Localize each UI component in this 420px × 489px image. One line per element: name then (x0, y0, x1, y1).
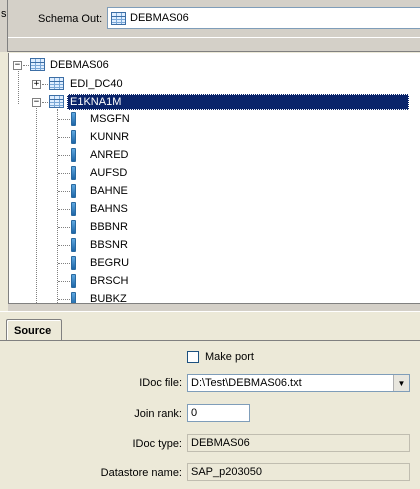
field-label: BAHNE (90, 185, 128, 197)
tree-connector (18, 69, 19, 104)
table-icon (49, 95, 64, 108)
field-icon (71, 274, 76, 288)
tree-connector (58, 119, 70, 120)
tree-connector (58, 209, 70, 210)
field-icon (71, 148, 76, 162)
field-label: ANRED (90, 149, 129, 161)
splitter-bar[interactable] (8, 303, 420, 311)
schema-out-value: DEBMAS06 (130, 12, 189, 24)
field-icon (71, 202, 76, 216)
datastore-name-field: SAP_p203050 (187, 463, 410, 481)
tree-connector (58, 173, 70, 174)
datastore-name-value: SAP_p203050 (191, 466, 262, 478)
tree-connector (23, 65, 29, 66)
tree-item-label: DEBMAS06 (50, 59, 109, 71)
idoc-file-label: IDoc file: (139, 377, 182, 389)
collapse-icon[interactable]: − (13, 61, 22, 70)
idoc-type-field: DEBMAS06 (187, 434, 410, 452)
tree-connector (58, 299, 70, 300)
tree-connector (42, 84, 48, 85)
make-port-checkbox[interactable] (187, 351, 199, 363)
field-icon (71, 220, 76, 234)
tab-strip: Source (0, 311, 420, 343)
field-label: BBSNR (90, 239, 128, 251)
make-port-row[interactable]: Make port (187, 351, 254, 363)
tree-connector (57, 109, 58, 303)
field-icon (71, 112, 76, 126)
join-rank-value: 0 (191, 407, 198, 419)
collapse-icon[interactable]: − (32, 98, 41, 107)
tree-connector (58, 191, 70, 192)
table-icon (111, 11, 126, 25)
tree-connector (58, 245, 70, 246)
field-icon (71, 292, 76, 303)
schema-out-label: Schema Out: (38, 13, 103, 25)
tree-connector (42, 102, 48, 103)
field-label: BBBNR (90, 221, 128, 233)
tree-connector (58, 137, 70, 138)
field-label: KUNNR (90, 131, 130, 143)
table-icon (49, 77, 64, 90)
idoc-file-select[interactable]: D:\Test\DEBMAS06.txt ▼ (187, 374, 410, 392)
expand-icon[interactable]: + (32, 80, 41, 89)
field-label: BEGRU (90, 257, 130, 269)
field-icon (71, 256, 76, 270)
field-icon (71, 166, 76, 180)
field-icon (71, 130, 76, 144)
tree-connector (58, 155, 70, 156)
schema-tree[interactable]: − DEBMAS06 + EDI_DC40 − E1KNA1M MSGFN KU… (8, 53, 420, 303)
table-icon (30, 58, 45, 71)
join-rank-input[interactable]: 0 (187, 404, 250, 422)
field-label: BRSCH (90, 275, 129, 287)
field-label: AUFSD (90, 167, 128, 179)
tree-header-strip (8, 37, 420, 52)
tree-connector (36, 103, 37, 303)
join-rank-label: Join rank: (134, 408, 182, 420)
idoc-type-label: IDoc type: (132, 438, 182, 450)
idoc-file-value: D:\Test\DEBMAS06.txt (191, 377, 302, 389)
field-label: MSGFN (90, 113, 130, 125)
chevron-down-icon[interactable]: ▼ (393, 375, 409, 391)
schema-out-panel: s Schema Out: DEBMAS06 (0, 0, 420, 52)
field-label: BAHNS (90, 203, 128, 215)
field-icon (71, 238, 76, 252)
left-edge-text: s (1, 8, 7, 20)
left-panel-edge: s (0, 0, 8, 52)
tree-item-label: EDI_DC40 (70, 78, 123, 90)
tree-connector (58, 281, 70, 282)
idoc-type-value: DEBMAS06 (191, 437, 250, 449)
make-port-label: Make port (205, 351, 254, 363)
datastore-name-label: Datastore name: (100, 467, 182, 479)
tree-connector (58, 227, 70, 228)
schema-out-field[interactable]: DEBMAS06 (107, 7, 420, 29)
field-icon (71, 184, 76, 198)
tree-connector (58, 263, 70, 264)
tree-item-label-selected: E1KNA1M (67, 94, 409, 110)
field-label: BUBKZ (90, 293, 127, 303)
